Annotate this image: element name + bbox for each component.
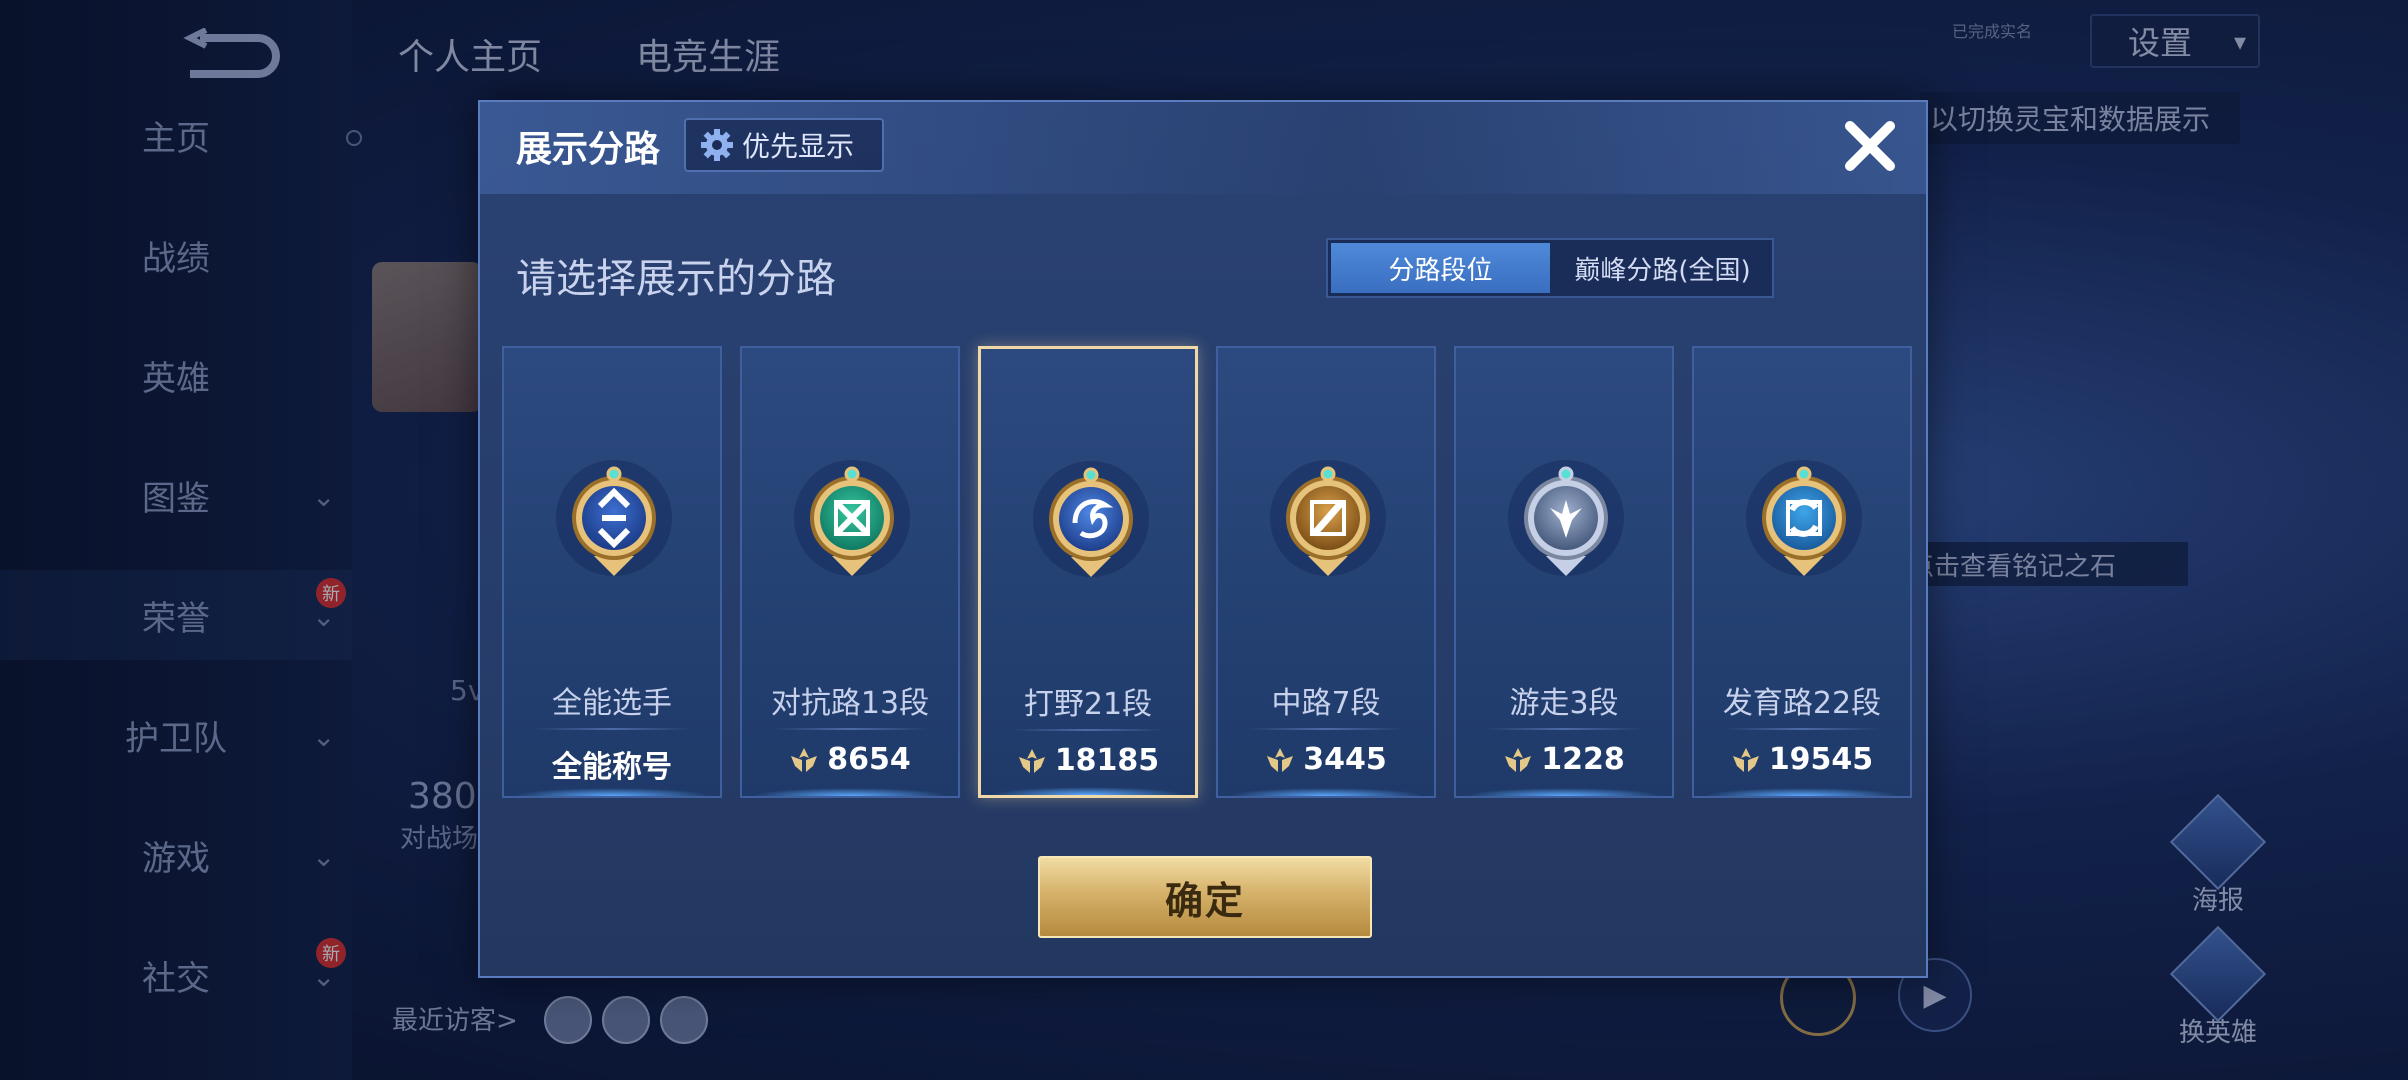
lane-card-jungle[interactable]: 打野21段 18185 [978,346,1198,798]
card-glow [1228,788,1424,796]
lane-score-value: 8654 [827,742,911,777]
card-glow [1704,788,1900,796]
lane-points-icon [1505,747,1532,772]
lane-points-icon [1732,747,1759,772]
lane-name: 对抗路13段 [770,686,930,721]
lane-score-value: 3445 [1303,742,1387,777]
lane-mode-toggle: 分路段位 巅峰分路(全国) [1326,238,1774,298]
tab-peak-lane[interactable]: 巅峰分路(全国) [1553,240,1772,296]
lane-points-icon [1267,747,1294,772]
lane-score: 19545 [1694,742,1910,777]
lane-score: 全能称号 [504,742,720,786]
card-glow [514,788,710,796]
lane-score: 1228 [1456,742,1672,777]
lane-card-list: 全能选手 全能称号 对抗路13段 8654 打野21段 18185 中路7段 3… [502,346,1912,798]
tab-lane-rank[interactable]: 分路段位 [1331,243,1550,293]
clash-lane-medal-icon [794,460,910,576]
roam-lane-medal-icon [1508,460,1624,576]
lane-name: 发育路22段 [1722,686,1882,721]
select-lane-heading: 请选择展示的分路 [516,256,836,302]
lane-score-value: 19545 [1768,742,1874,777]
divider [772,728,928,730]
farm-lane-medal-icon [1746,460,1862,576]
lane-name: 游走3段 [1509,686,1619,721]
card-glow [991,787,1185,795]
lane-score: 8654 [742,742,958,777]
allround-lane-medal-icon [556,460,672,576]
lane-display-dialog: 展示分路 优先显示 请选择展示的分路 分路段位 巅峰分路(全国) 全能选手 全能… [478,100,1928,978]
divider [534,728,690,730]
mid-lane-medal-icon [1270,460,1386,576]
lane-name: 打野21段 [1023,687,1153,722]
lane-card-clash[interactable]: 对抗路13段 8654 [740,346,960,798]
lane-points-icon [791,747,818,772]
jungle-lane-medal-icon [1033,461,1149,577]
lane-points-icon [1018,748,1045,773]
lane-name: 全能选手 [552,686,672,721]
divider [1011,729,1165,731]
lane-card-roam[interactable]: 游走3段 1228 [1454,346,1674,798]
gear-icon [701,129,733,161]
card-glow [1466,788,1662,796]
divider [1248,728,1404,730]
lane-score-value: 1228 [1541,742,1625,777]
divider [1486,728,1642,730]
lane-card-farm[interactable]: 发育路22段 19545 [1692,346,1912,798]
card-glow [752,788,948,796]
lane-score: 3445 [1218,742,1434,777]
dialog-title: 展示分路 [516,129,661,170]
priority-display-button[interactable]: 优先显示 [684,118,884,172]
divider [1724,728,1880,730]
lane-card-allround[interactable]: 全能选手 全能称号 [502,346,722,798]
lane-name: 中路7段 [1271,686,1381,721]
lane-card-mid[interactable]: 中路7段 3445 [1216,346,1436,798]
priority-display-label: 优先显示 [742,130,855,163]
lane-score: 18185 [981,743,1195,778]
lane-score-value: 18185 [1054,743,1160,778]
lane-score-value: 全能称号 [552,750,672,785]
close-icon[interactable] [1838,114,1902,178]
confirm-button[interactable]: 确定 [1038,856,1372,938]
